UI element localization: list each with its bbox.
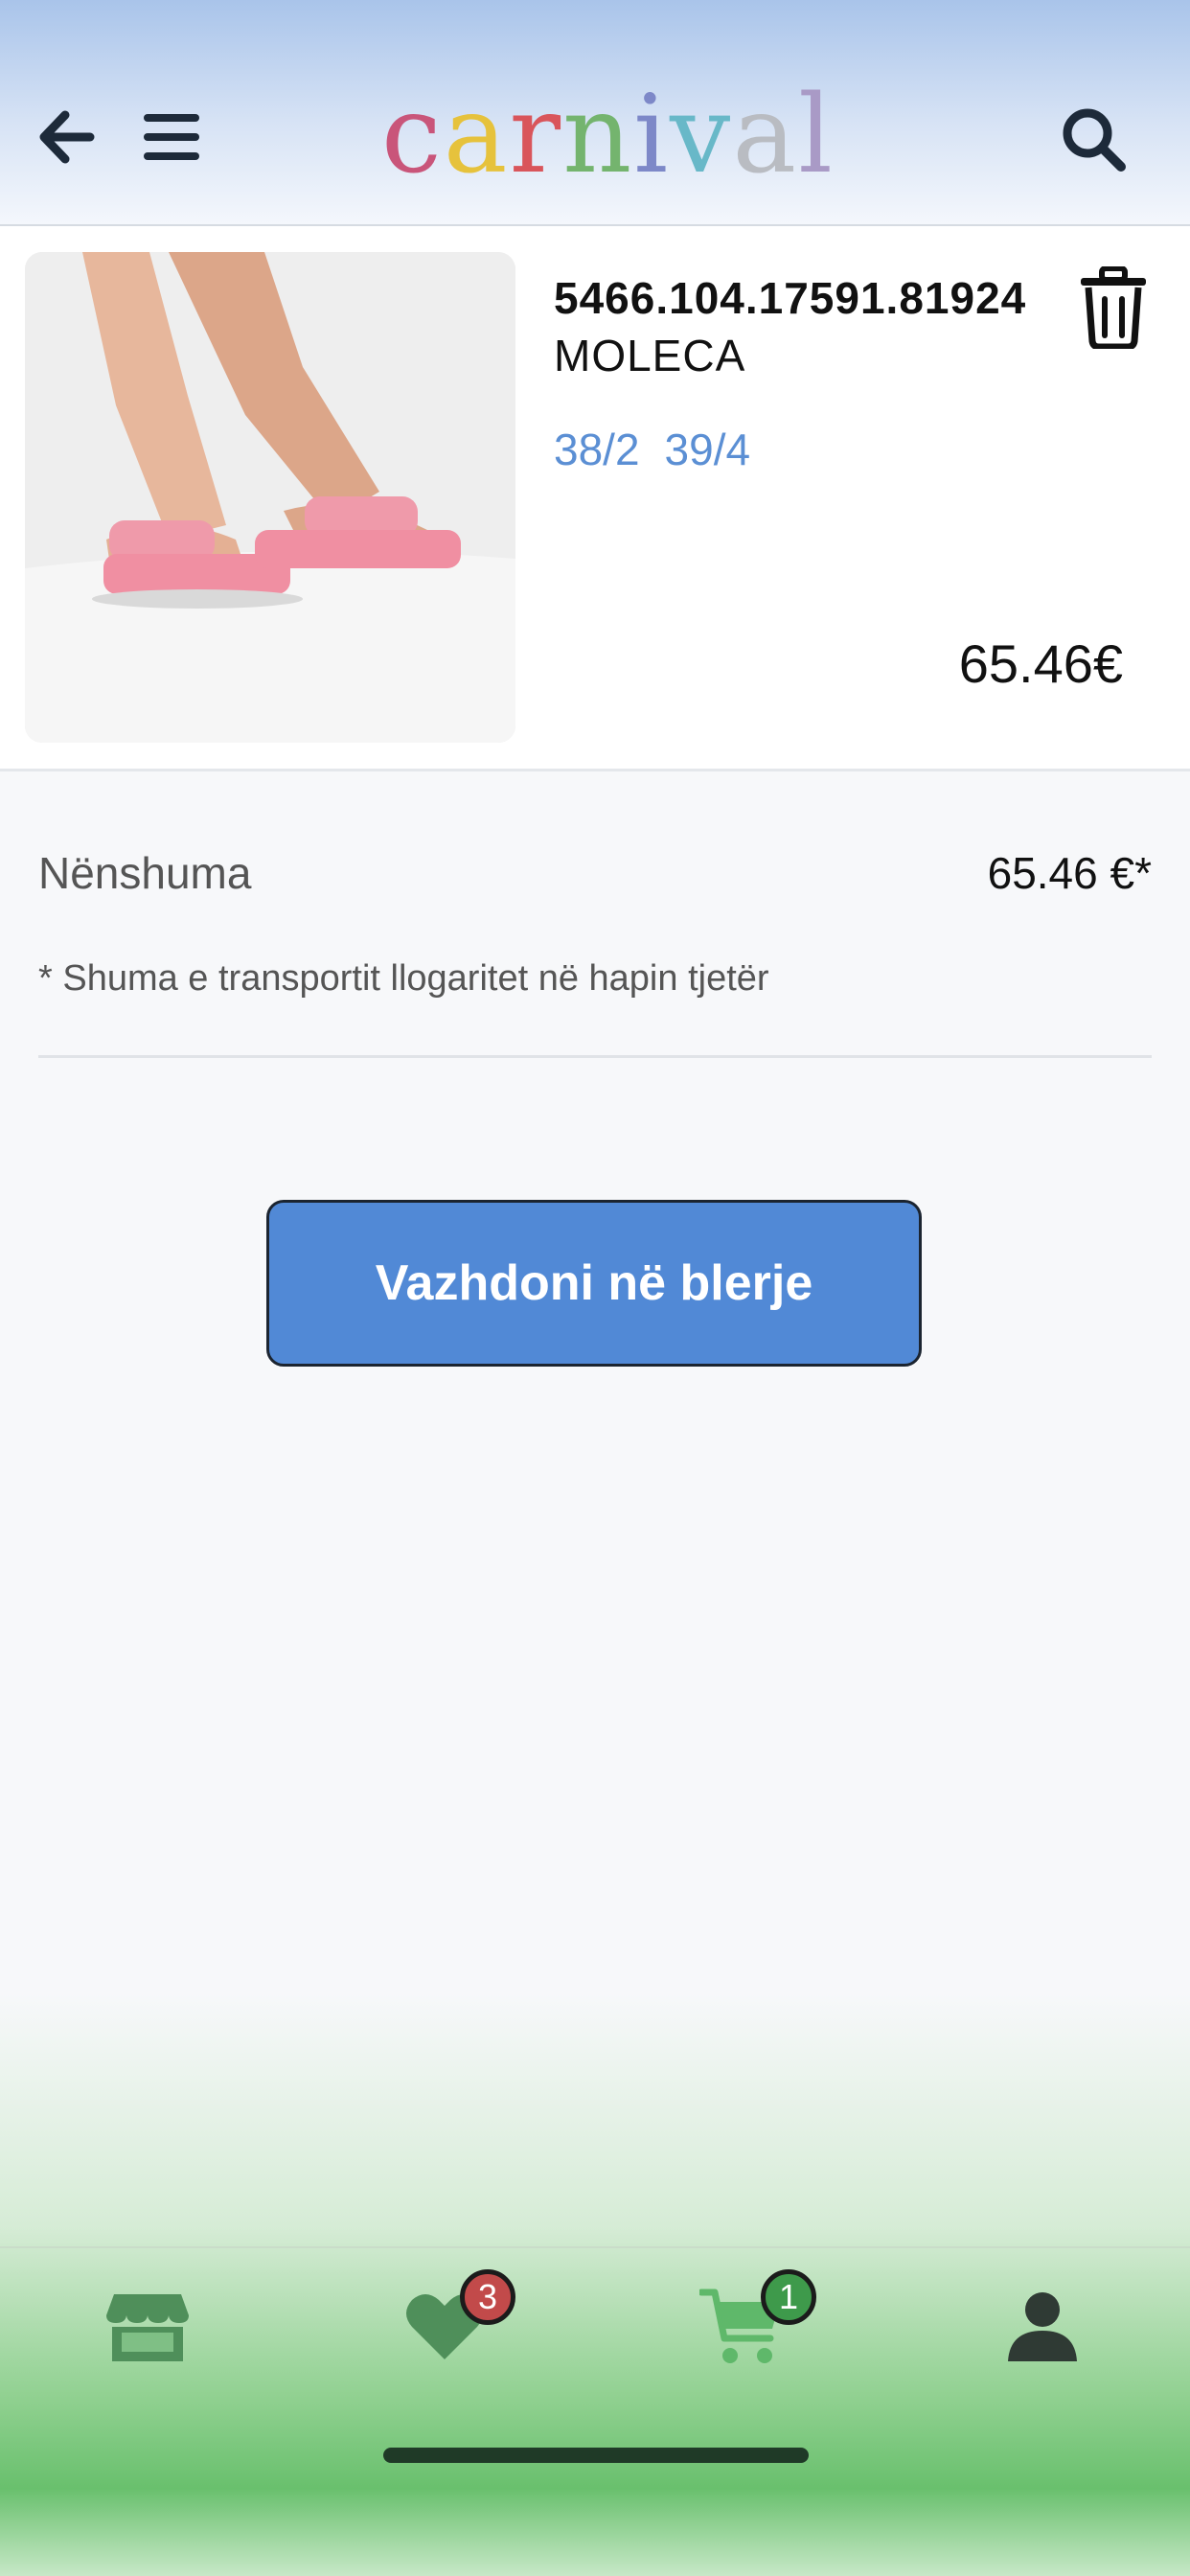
logo-letter: v	[670, 73, 733, 197]
nav-wishlist[interactable]: 3	[387, 2269, 515, 2375]
menu-button[interactable]	[138, 104, 205, 171]
nav-cart[interactable]: 1	[684, 2269, 816, 2375]
arrow-left-icon	[39, 110, 95, 164]
store-icon	[106, 2294, 189, 2361]
logo-letter: n	[562, 73, 634, 197]
top-app-bar: carnival	[0, 0, 1190, 226]
subtotal-label: Nënshuma	[38, 848, 252, 898]
logo-letter: a	[443, 73, 510, 197]
nav-store[interactable]	[90, 2279, 205, 2375]
pink-sandal-image	[25, 252, 515, 743]
logo-letter: c	[381, 73, 444, 197]
divider	[38, 1055, 1152, 1058]
back-button[interactable]	[33, 104, 100, 171]
logo-letter: r	[509, 73, 563, 197]
search-icon	[1063, 108, 1126, 172]
shipping-note: * Shuma e transportit llogaritet në hapi…	[38, 958, 769, 999]
trash-icon	[1081, 265, 1146, 351]
logo-letter: a	[732, 73, 799, 197]
logo-letter: i	[633, 73, 671, 197]
product-price: 65.46€	[958, 633, 1123, 694]
cart-item: 5466.104.17591.81924 MOLECA 38/2 39/4 65.…	[0, 226, 1190, 771]
product-sizes: 38/2 39/4	[554, 424, 775, 475]
product-image[interactable]	[25, 252, 515, 743]
remove-item-button[interactable]	[1077, 265, 1150, 351]
size-option: 38/2	[554, 425, 640, 474]
bottom-nav-divider	[0, 2246, 1190, 2248]
nav-account[interactable]	[985, 2279, 1100, 2375]
hamburger-menu-icon	[144, 114, 199, 160]
carnival-logo[interactable]: carnival	[381, 81, 835, 189]
logo-letter: l	[798, 73, 835, 197]
product-name: MOLECA	[554, 331, 746, 380]
product-sku: 5466.104.17591.81924	[554, 273, 1027, 323]
subtotal-value: 65.46 €*	[987, 848, 1152, 898]
user-icon	[1008, 2292, 1077, 2361]
wishlist-count-badge: 3	[460, 2269, 515, 2325]
continue-checkout-button[interactable]: Vazhdoni në blerje	[266, 1200, 922, 1367]
size-option: 39/4	[664, 425, 751, 474]
cart-count-badge: 1	[761, 2269, 816, 2325]
home-indicator	[383, 2448, 809, 2463]
search-button[interactable]	[1060, 105, 1127, 172]
